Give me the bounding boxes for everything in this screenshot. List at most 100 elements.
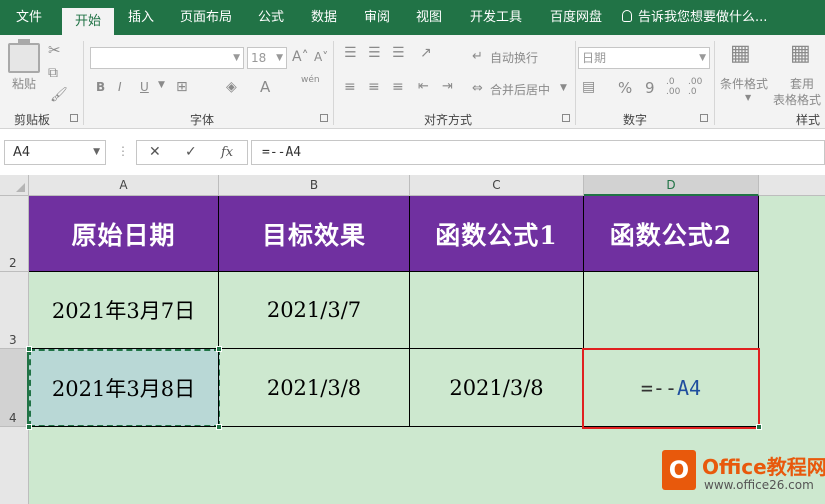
chevron-down-icon[interactable]: ▼ <box>158 80 165 90</box>
chevron-down-icon[interactable]: ▼ <box>560 83 567 93</box>
decrease-font-icon[interactable]: A˅ <box>314 50 328 64</box>
copy-icon[interactable]: ⧉ <box>48 65 58 81</box>
align-center-icon[interactable]: ≡ <box>368 79 380 95</box>
tab-page-layout[interactable]: 页面布局 <box>172 0 240 35</box>
tell-me-text: 告诉我您想要做什么... <box>638 10 768 25</box>
fill-handle[interactable] <box>756 424 762 430</box>
cell-b4[interactable]: 2021/3/8 <box>219 349 410 427</box>
highlight-box <box>582 348 760 429</box>
percent-style-button[interactable]: % <box>618 79 632 97</box>
cut-icon[interactable]: ✂ <box>48 41 61 59</box>
format-painter-icon[interactable]: 🖌 <box>50 87 68 103</box>
bold-button[interactable]: B <box>96 80 105 94</box>
office-logo-icon: O <box>662 450 696 490</box>
align-middle-icon[interactable]: ☰ <box>368 45 381 61</box>
tab-baidu-netdisk[interactable]: 百度网盘 <box>540 0 612 35</box>
cell-c2[interactable]: 函数公式1 <box>410 196 584 272</box>
conditional-format-button[interactable]: 条件格式 <box>720 75 768 92</box>
tab-formulas[interactable]: 公式 <box>250 0 292 35</box>
insert-function-button[interactable]: fx <box>221 141 233 164</box>
table-format-label-2[interactable]: 表格格式 <box>773 91 821 108</box>
watermark: O Office教程网 www.office26.com <box>662 447 825 499</box>
table-format-label-1[interactable]: 套用 <box>790 75 814 92</box>
name-box[interactable]: A4 ▼ <box>4 140 106 165</box>
alignment-launcher-icon[interactable] <box>562 114 570 122</box>
font-size-value: 18 <box>251 51 267 65</box>
phonetic-guide-button[interactable]: wén <box>301 75 320 85</box>
chevron-down-icon: ▼ <box>93 147 100 157</box>
column-header-b[interactable]: B <box>219 175 410 196</box>
chevron-down-icon: ▼ <box>745 93 752 102</box>
column-header-c[interactable]: C <box>410 175 584 196</box>
ribbon-separator <box>714 41 715 125</box>
selection-handle[interactable] <box>26 424 32 430</box>
font-color-button[interactable]: A <box>260 78 270 96</box>
tab-file[interactable]: 文件 <box>4 0 54 35</box>
tell-me-search[interactable]: 告诉我您想要做什么... <box>622 0 767 35</box>
merge-center-icon: ⇔ <box>472 81 483 96</box>
row-header-2[interactable]: 2 <box>0 196 29 272</box>
tab-view[interactable]: 视图 <box>408 0 450 35</box>
tab-review[interactable]: 审阅 <box>356 0 398 35</box>
comma-style-button[interactable]: 9 <box>645 79 655 97</box>
tab-developer[interactable]: 开发工具 <box>460 0 532 35</box>
wrap-text-button[interactable]: 自动换行 <box>490 49 538 66</box>
number-format-select[interactable]: 日期 ▼ <box>578 47 710 69</box>
underline-button[interactable]: U <box>140 80 149 94</box>
more-dots-icon[interactable]: ⋮ <box>117 144 129 158</box>
font-size-select[interactable]: 18 ▼ <box>247 47 287 69</box>
row-header-4[interactable]: 4 <box>0 349 29 427</box>
cell-d3[interactable] <box>584 272 759 349</box>
selection-handle[interactable] <box>26 346 32 352</box>
number-launcher-icon[interactable] <box>700 114 708 122</box>
cell-a2[interactable]: 原始日期 <box>29 196 219 272</box>
cell-b3[interactable]: 2021/3/7 <box>219 272 410 349</box>
font-name-select[interactable]: ▼ <box>90 47 244 69</box>
cell-c4[interactable]: 2021/3/8 <box>410 349 584 427</box>
formula-input[interactable]: =--A4 <box>251 140 825 165</box>
cell-b2[interactable]: 目标效果 <box>219 196 410 272</box>
align-left-icon[interactable]: ≡ <box>344 79 356 95</box>
borders-icon[interactable]: ⊞ <box>176 79 188 95</box>
increase-font-icon[interactable]: A˄ <box>292 49 309 65</box>
alignment-group-label: 对齐方式 <box>424 113 473 127</box>
orientation-icon[interactable]: ↗ <box>420 45 432 61</box>
cell-c3[interactable] <box>410 272 584 349</box>
cell-d2[interactable]: 函数公式2 <box>584 196 759 272</box>
accounting-format-icon[interactable]: ▤ <box>582 79 595 95</box>
tab-data[interactable]: 数据 <box>302 0 346 35</box>
font-launcher-icon[interactable] <box>320 114 328 122</box>
fill-color-icon[interactable]: ◈ <box>226 79 237 95</box>
tab-insert[interactable]: 插入 <box>118 0 164 35</box>
tab-home[interactable]: 开始 <box>62 8 114 35</box>
formula-buttons: ✕ ✓ fx <box>136 140 248 165</box>
selection-handle[interactable] <box>216 424 222 430</box>
cancel-button[interactable]: ✕ <box>149 141 161 164</box>
decrease-decimal-icon[interactable]: .00.0 <box>688 77 702 97</box>
paste-button[interactable]: 粘贴 <box>12 75 36 92</box>
column-header-d[interactable]: D <box>584 175 759 196</box>
ribbon-separator <box>83 41 84 125</box>
conditional-format-icon: ▦ <box>730 41 751 66</box>
align-bottom-icon[interactable]: ☰ <box>392 45 405 61</box>
cell-a4[interactable]: 2021年3月8日 <box>29 349 219 427</box>
column-header-a[interactable]: A <box>29 175 219 196</box>
align-top-icon[interactable]: ☰ <box>344 45 357 61</box>
enter-button[interactable]: ✓ <box>185 141 197 164</box>
row-header-5[interactable] <box>0 427 29 504</box>
paste-icon[interactable] <box>8 39 40 73</box>
selection-handle[interactable] <box>216 346 222 352</box>
column-header-e[interactable] <box>759 175 825 196</box>
merge-center-button[interactable]: 合并后居中 <box>490 81 550 98</box>
row-header-3[interactable]: 3 <box>0 272 29 349</box>
font-group-label: 字体 <box>190 113 215 127</box>
italic-button[interactable]: I <box>118 80 122 94</box>
lightbulb-icon <box>622 10 632 22</box>
decrease-indent-icon[interactable]: ⇤ <box>418 79 429 94</box>
select-all-button[interactable] <box>0 175 29 196</box>
cell-a3[interactable]: 2021年3月7日 <box>29 272 219 349</box>
increase-indent-icon[interactable]: ⇥ <box>442 79 453 94</box>
align-right-icon[interactable]: ≡ <box>392 79 404 95</box>
increase-decimal-icon[interactable]: .0.00 <box>666 77 680 97</box>
clipboard-launcher-icon[interactable] <box>70 114 78 122</box>
